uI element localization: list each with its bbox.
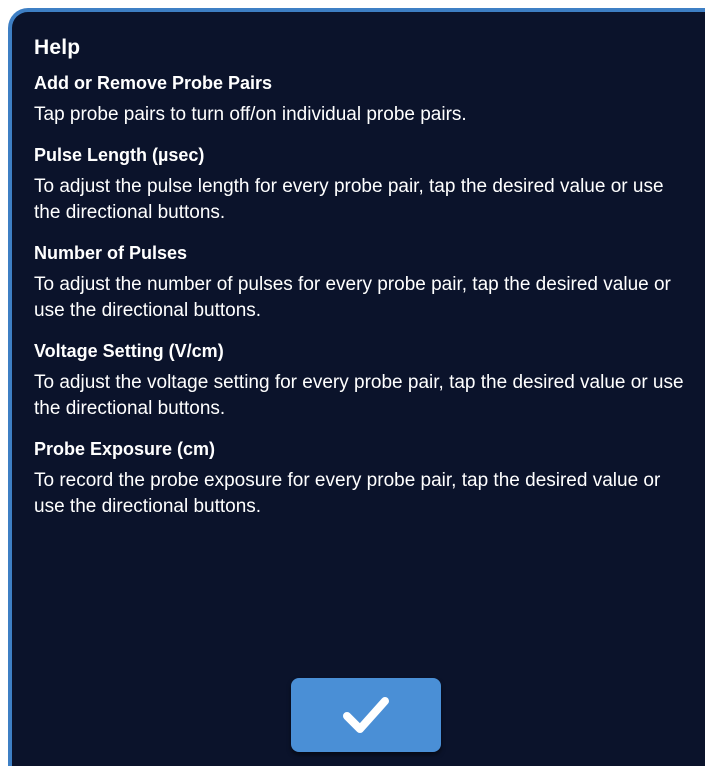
confirm-button[interactable]	[291, 678, 441, 752]
section-body: To adjust the voltage setting for every …	[34, 372, 684, 419]
section-heading: Probe Exposure (cm)	[34, 439, 216, 459]
help-section-probe-exposure: Probe Exposure (cm) To record the probe …	[34, 438, 687, 520]
help-section-pulse-length: Pulse Length (µsec) To adjust the pulse …	[34, 144, 687, 226]
section-body: Tap probe pairs to turn off/on individua…	[34, 104, 467, 125]
section-body: To adjust the pulse length for every pro…	[34, 176, 664, 223]
dialog-title: Help	[34, 36, 81, 59]
section-heading: Pulse Length (µsec)	[34, 145, 205, 165]
help-content: Help Add or Remove Probe Pairs Tap probe…	[34, 36, 687, 536]
section-body: To adjust the number of pulses for every…	[34, 274, 671, 321]
checkmark-icon	[343, 697, 389, 733]
section-heading: Add or Remove Probe Pairs	[34, 73, 273, 93]
help-section-voltage-setting: Voltage Setting (V/cm) To adjust the vol…	[34, 340, 687, 422]
help-section-number-of-pulses: Number of Pulses To adjust the number of…	[34, 242, 687, 324]
section-heading: Number of Pulses	[34, 243, 188, 263]
section-body: To record the probe exposure for every p…	[34, 470, 661, 517]
help-dialog: Help Add or Remove Probe Pairs Tap probe…	[8, 8, 705, 766]
help-section-probe-pairs: Add or Remove Probe Pairs Tap probe pair…	[34, 72, 687, 128]
section-heading: Voltage Setting (V/cm)	[34, 341, 224, 361]
